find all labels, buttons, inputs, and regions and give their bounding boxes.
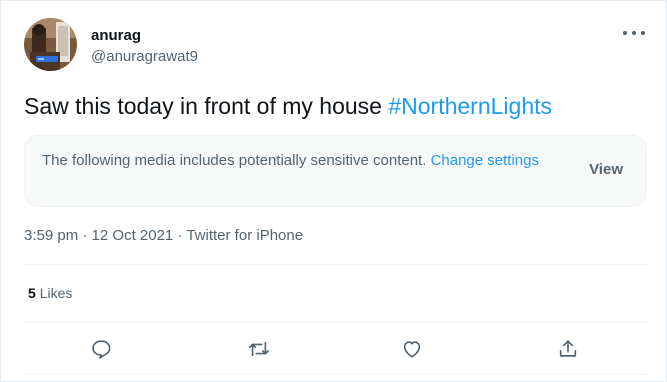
display-name[interactable]: anurag (91, 27, 141, 44)
tweet-card: anurag @anuragrawat9 Saw this today in f… (0, 0, 667, 382)
hashtag-link[interactable]: #NorthernLights (388, 93, 552, 119)
more-options-icon[interactable] (623, 25, 645, 41)
divider (24, 374, 647, 375)
avatar[interactable] (24, 18, 77, 71)
view-button[interactable]: View (589, 161, 623, 178)
change-settings-link[interactable]: Change settings (431, 152, 539, 169)
tweet-time[interactable]: 3:59 pm (24, 227, 78, 244)
share-icon[interactable] (555, 336, 581, 362)
like-icon[interactable] (399, 336, 425, 362)
tweet-text: Saw this today in front of my house #Nor… (24, 93, 552, 120)
tweet-date[interactable]: 12 Oct 2021 (92, 227, 174, 244)
sensitive-content-notice: The following media includes potentially… (24, 135, 647, 207)
sensitive-message: The following media includes potentially… (42, 152, 431, 169)
user-handle[interactable]: @anuragrawat9 (91, 48, 198, 65)
likes-label: Likes (39, 285, 73, 301)
divider (24, 264, 647, 265)
tweet-meta: 3:59 pm · 12 Oct 2021 · Twitter for iPho… (24, 227, 304, 244)
likes-stat[interactable]: 5 Likes (28, 285, 72, 301)
retweet-icon[interactable] (246, 336, 272, 362)
divider (24, 322, 647, 323)
reply-icon[interactable] (88, 336, 114, 362)
likes-count: 5 (28, 285, 36, 301)
sensitive-notice-text: The following media includes potentially… (42, 150, 562, 172)
tweet-source[interactable]: Twitter for iPhone (186, 227, 303, 244)
tweet-body: Saw this today in front of my house (24, 93, 389, 119)
